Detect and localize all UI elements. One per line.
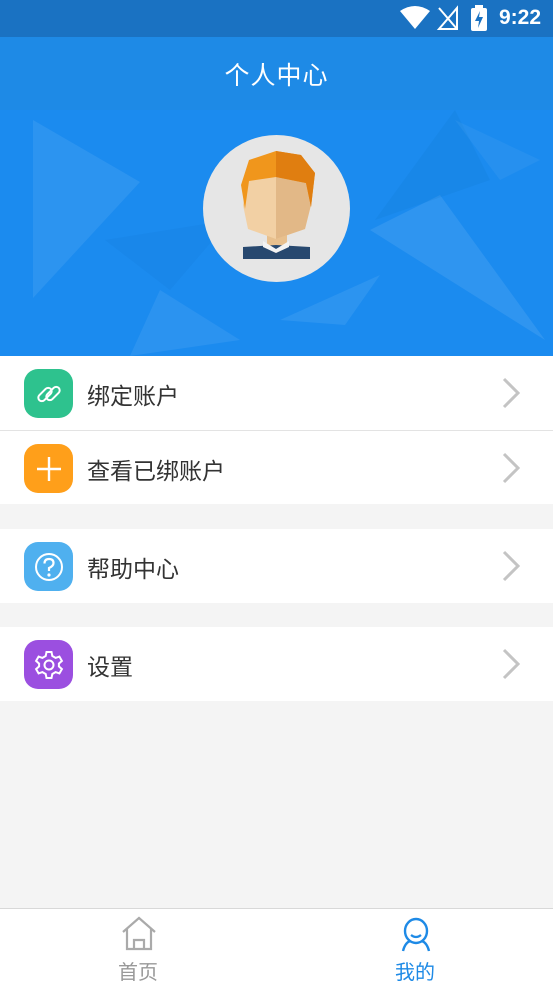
- menu-group-accounts: 绑定账户 查看已绑账户: [0, 356, 553, 504]
- chevron-right-icon: [501, 451, 521, 489]
- status-time: 9:22: [498, 6, 541, 29]
- profile-banner: [0, 110, 553, 356]
- wifi-icon: [399, 5, 431, 35]
- menu-item-bind-account[interactable]: 绑定账户: [0, 356, 553, 430]
- menu-label-view-accounts: 查看已绑账户: [87, 459, 225, 485]
- header: 个人中心: [0, 37, 553, 110]
- avatar[interactable]: [203, 135, 350, 282]
- tab-label-mine: 我的: [395, 960, 435, 983]
- menu-label-settings: 设置: [87, 655, 133, 681]
- page-title: 个人中心: [224, 60, 329, 90]
- tab-home[interactable]: 首页: [78, 909, 198, 983]
- question-icon: [24, 542, 73, 591]
- battery-icon: [470, 5, 488, 36]
- chevron-right-icon: [501, 549, 521, 587]
- menu-item-help-center[interactable]: 帮助中心: [0, 529, 553, 603]
- no-signal-icon: [436, 5, 460, 35]
- chevron-right-icon: [501, 376, 521, 414]
- menu-group-help: 帮助中心: [0, 529, 553, 603]
- plus-icon: [24, 444, 73, 493]
- menu-label-bind-account: 绑定账户: [87, 384, 179, 410]
- status-bar: 9:22: [0, 0, 553, 37]
- link-icon: [24, 369, 73, 418]
- chevron-right-icon: [501, 647, 521, 685]
- tab-mine[interactable]: 我的: [355, 909, 475, 983]
- menu-item-settings[interactable]: 设置: [0, 627, 553, 701]
- gear-icon: [24, 640, 73, 689]
- bottom-tab-bar: 首页 我的: [0, 908, 553, 983]
- menu-item-view-accounts[interactable]: 查看已绑账户: [0, 430, 553, 504]
- menu-label-help-center: 帮助中心: [87, 557, 179, 583]
- tab-label-home: 首页: [118, 960, 158, 983]
- home-icon: [120, 915, 158, 957]
- avatar-illustration: [241, 151, 315, 259]
- menu-group-settings: 设置: [0, 627, 553, 701]
- user-icon: [397, 915, 435, 957]
